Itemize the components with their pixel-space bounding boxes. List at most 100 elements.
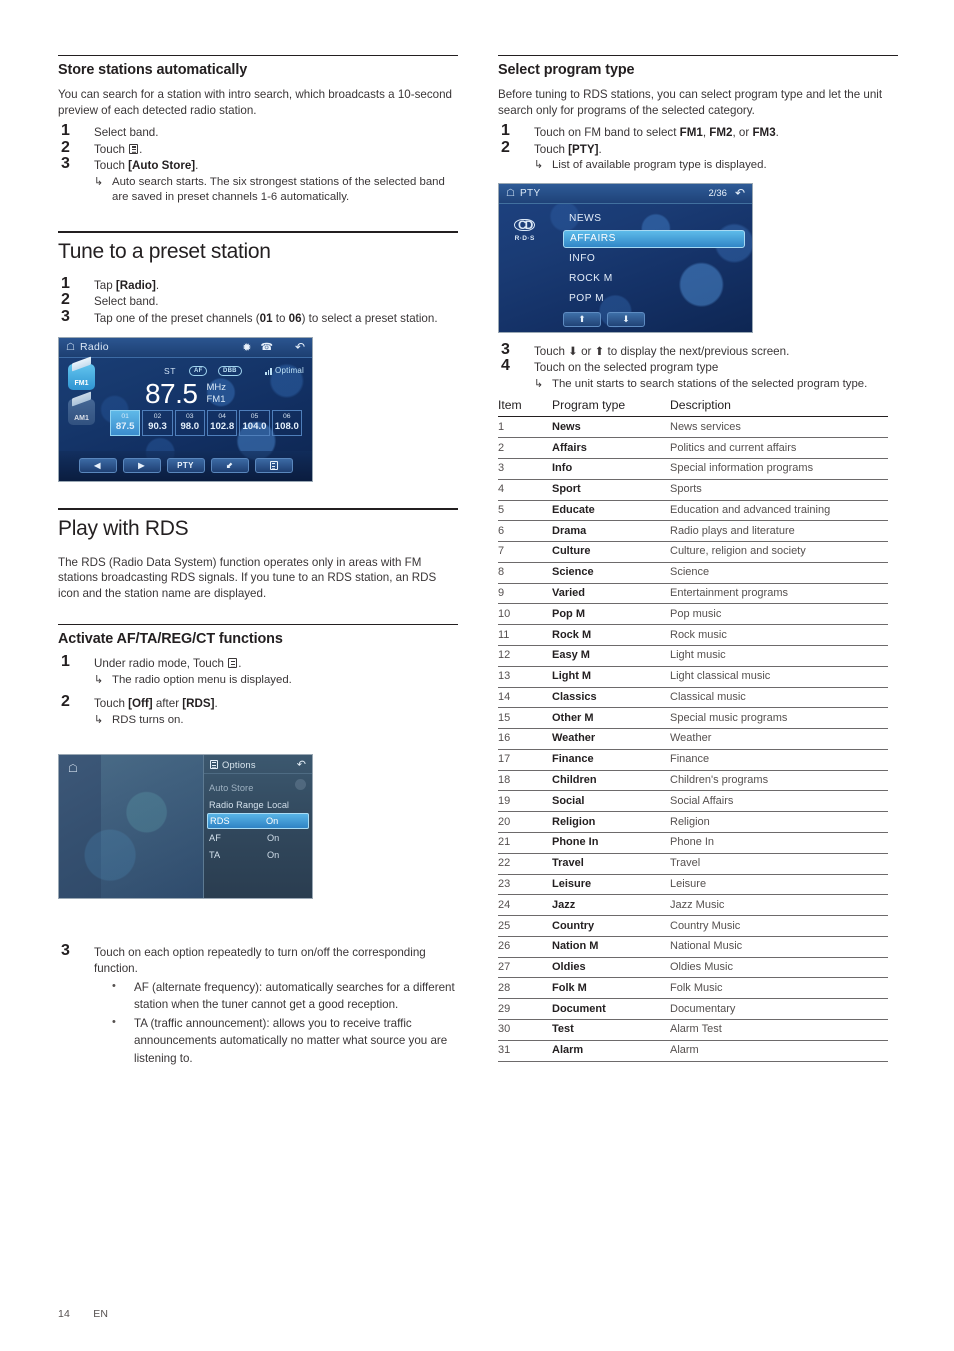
cell-item: 6 [498,520,552,543]
option-row-radio-range[interactable]: Radio Range Local [204,796,312,813]
divider-rds-section [58,507,458,510]
cell-item: 15 [498,707,552,730]
cell-description: Social Affairs [670,790,888,813]
option-label: TA [209,849,221,860]
activate-step-1: 1 Under radio mode, Touch . ↳ The radio … [58,654,458,688]
table-header-description: Description [670,396,888,418]
cell-program-type: Religion [552,811,670,833]
frequency-value: 87.5 [144,377,198,409]
rds-body-text: The RDS (Radio Data System) function ope… [58,555,437,600]
heading-store-stations: Store stations automatically [58,62,248,78]
pty-program-list: NEWS AFFAIRS INFO ROCK M POP M [563,210,745,310]
page-footer: 14 EN [58,1308,108,1320]
option-label: Auto Store [209,782,254,793]
cell-description: Travel [670,853,888,875]
pty-button[interactable]: PTY [166,458,205,474]
back-icon[interactable]: ↶ [297,758,306,771]
table-row: 10 Pop M Pop music [498,603,888,626]
current-band: FM1 [206,393,226,405]
cell-item: 30 [498,1019,552,1041]
step-bold-token: [Radio] [115,278,156,292]
table-row: 2 Affairs Politics and current affairs [498,437,888,459]
options-menu-button[interactable] [254,458,293,474]
cell-program-type: Science [552,562,670,584]
preset-channel-01[interactable]: 01 87.5 [110,409,141,436]
cell-program-type: Classics [552,687,670,709]
heading-tune-preset: Tune to a preset station [58,239,271,263]
option-value: On [267,832,280,843]
option-row-rds[interactable]: RDS On [207,813,309,830]
cell-item: 4 [498,479,552,501]
bullet-af: • AF (alternate frequency): automaticall… [94,979,458,1014]
table-row: 30 Test Alarm Test [498,1019,888,1041]
cell-item: 22 [498,853,552,875]
cell-program-type: Other M [552,707,670,730]
pty-item-news[interactable]: NEWS [563,210,745,228]
scroll-up-button[interactable]: ⬆ [563,311,601,327]
cell-item: 13 [498,666,552,688]
option-row-af[interactable]: AF On [204,829,312,846]
step-text-mid: after [152,697,183,711]
step-number: 2 [61,693,70,711]
cell-description: Phone In [670,832,888,854]
pty-steps-list-bottom: 3 Touch ⬇ or ⬆ to display the next/previ… [498,341,898,393]
step-text-a: Touch on FM band to select [534,126,680,140]
fm2-token: FM2 [709,126,733,140]
arrow-icon: ↳ [94,713,104,726]
pty-item-pop-m[interactable]: POP M [563,290,745,308]
tune-steps-list: 1 Tap [Radio]. 2 Select band. 3 Tap one … [58,274,458,327]
home-icon[interactable]: ☖ [506,188,515,199]
step-text-after: . [238,657,242,671]
table-header-row: Item Program type Description [498,396,888,418]
preset-frequency: 90.3 [148,421,167,433]
step-text-c: , or [732,126,753,140]
pty-item-affairs[interactable]: AFFAIRS [563,229,745,248]
divider-pty-section [498,55,898,56]
heading-select-program-type: Select program type [498,62,635,78]
table-row: 12 Easy M Light music [498,645,888,667]
cell-description: Country Music [670,915,888,937]
cell-description: National Music [670,936,888,958]
table-row: 4 Sport Sports [498,479,888,501]
preset-channel-05[interactable]: 05 104.0 [239,409,270,436]
option-row-ta[interactable]: TA On [204,846,312,863]
activate-step3-list: 3 Touch on each option repeatedly to tur… [58,943,458,1067]
rds-token: [RDS] [182,697,215,711]
step-text: Touch on the selected program type [534,361,719,375]
cell-program-type: Nation M [552,936,670,958]
cell-item: 20 [498,811,552,833]
home-icon[interactable]: ☖ [66,342,75,353]
cell-item: 25 [498,915,552,937]
scroll-down-button[interactable]: ⬇ [607,311,645,327]
activate-steps-list: 1 Under radio mode, Touch . ↳ The radio … [58,654,458,728]
preset-channel-02[interactable]: 02 90.3 [142,409,173,436]
table-row: 15 Other M Special music programs [498,707,888,730]
home-icon[interactable]: ☖ [68,762,78,775]
cell-description: Education and advanced training [670,500,888,522]
preset-channel-06[interactable]: 06 108.0 [271,409,302,436]
frequency-display: 87.5 MHz FM1 [59,377,312,409]
cell-description: Special information programs [670,458,888,480]
divider-activate-section [58,624,458,626]
store-steps-list: 1 Select band. 2 Touch . 3 Touch [Auto S… [58,123,458,206]
step-text-after: . [195,159,199,173]
bluetooth-icon: ✹ [242,341,252,354]
result-text: RDS turns on. [112,713,184,726]
pty-item-rock-m[interactable]: ROCK M [563,270,745,288]
preset-channel-04[interactable]: 04 102.8 [206,409,238,436]
tune-step-1: 1 Tap [Radio]. [58,274,458,294]
step-number: 1 [61,274,70,292]
previous-button[interactable]: ◀ [78,458,117,474]
table-row: 22 Travel Travel [498,853,888,875]
scan-button[interactable]: ⬋ [210,458,249,474]
pty-item-info[interactable]: INFO [563,250,745,268]
table-header-program-type: Program type [552,396,670,418]
back-icon[interactable]: ↶ [735,186,745,200]
next-button[interactable]: ▶ [122,458,161,474]
preset-channel-03[interactable]: 03 98.0 [174,409,205,436]
pty-step-4-result: ↳ The unit starts to search stations of … [534,377,898,392]
result-text: The radio option menu is displayed. [112,673,292,686]
back-icon[interactable]: ↶ [295,340,305,354]
cell-program-type: Finance [552,749,670,771]
option-value: On [266,816,279,827]
